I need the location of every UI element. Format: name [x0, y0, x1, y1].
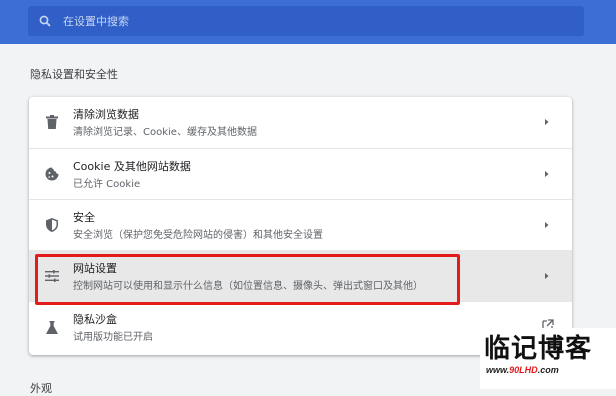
search-input[interactable]: 在设置中搜索: [63, 13, 543, 29]
privacy-settings-card: 清除浏览数据 清除浏览记录、Cookie、缓存及其他数据 Cookie 及其他网…: [29, 97, 572, 355]
row-security[interactable]: 安全 安全浏览（保护您免受危险网站的侵害）和其他安全设置: [29, 199, 572, 250]
watermark-url-highlight: 90LHD: [509, 365, 538, 375]
row-title: 安全: [73, 211, 95, 224]
chevron-right-icon[interactable]: [542, 168, 552, 180]
row-cookies[interactable]: Cookie 及其他网站数据 已允许 Cookie: [29, 148, 572, 199]
watermark-url-prefix: www.: [486, 365, 510, 375]
shield-icon: [44, 217, 60, 233]
row-clear-browsing-data[interactable]: 清除浏览数据 清除浏览记录、Cookie、缓存及其他数据: [29, 97, 572, 148]
flask-icon: [44, 319, 60, 335]
row-subtitle: 控制网站可以使用和显示什么信息（如位置信息、摄像头、弹出式窗口及其他）: [73, 281, 423, 292]
row-subtitle: 安全浏览（保护您免受危险网站的侵害）和其他安全设置: [73, 230, 323, 241]
cookie-icon: [44, 166, 60, 182]
watermark-url-suffix: .com: [537, 365, 559, 375]
chevron-right-icon[interactable]: [542, 270, 552, 282]
row-subtitle: 已允许 Cookie: [73, 179, 141, 190]
section-title-appearance: 外观: [30, 382, 52, 395]
top-toolbar: 在设置中搜索: [0, 0, 616, 44]
watermark-url: www.90LHD.com: [486, 365, 559, 375]
row-subtitle: 试用版功能已开启: [73, 332, 153, 343]
row-title: 隐私沙盒: [73, 313, 117, 326]
search-bar[interactable]: 在设置中搜索: [28, 6, 584, 36]
watermark-main-text: 临记博客: [484, 334, 593, 364]
row-site-settings[interactable]: 网站设置 控制网站可以使用和显示什么信息（如位置信息、摄像头、弹出式窗口及其他）: [29, 250, 572, 301]
watermark-logo: 临记博客 www.90LHD.com: [480, 328, 616, 389]
chevron-right-icon[interactable]: [542, 219, 552, 231]
row-subtitle: 清除浏览记录、Cookie、缓存及其他数据: [73, 127, 257, 138]
trash-icon: [44, 114, 60, 130]
chevron-right-icon[interactable]: [542, 116, 552, 128]
search-icon: [37, 13, 53, 29]
row-title: 清除浏览数据: [73, 108, 139, 121]
section-title: 隐私设置和安全性: [30, 68, 118, 81]
row-title: Cookie 及其他网站数据: [73, 160, 191, 173]
row-title: 网站设置: [73, 262, 117, 275]
tune-icon: [44, 268, 60, 284]
